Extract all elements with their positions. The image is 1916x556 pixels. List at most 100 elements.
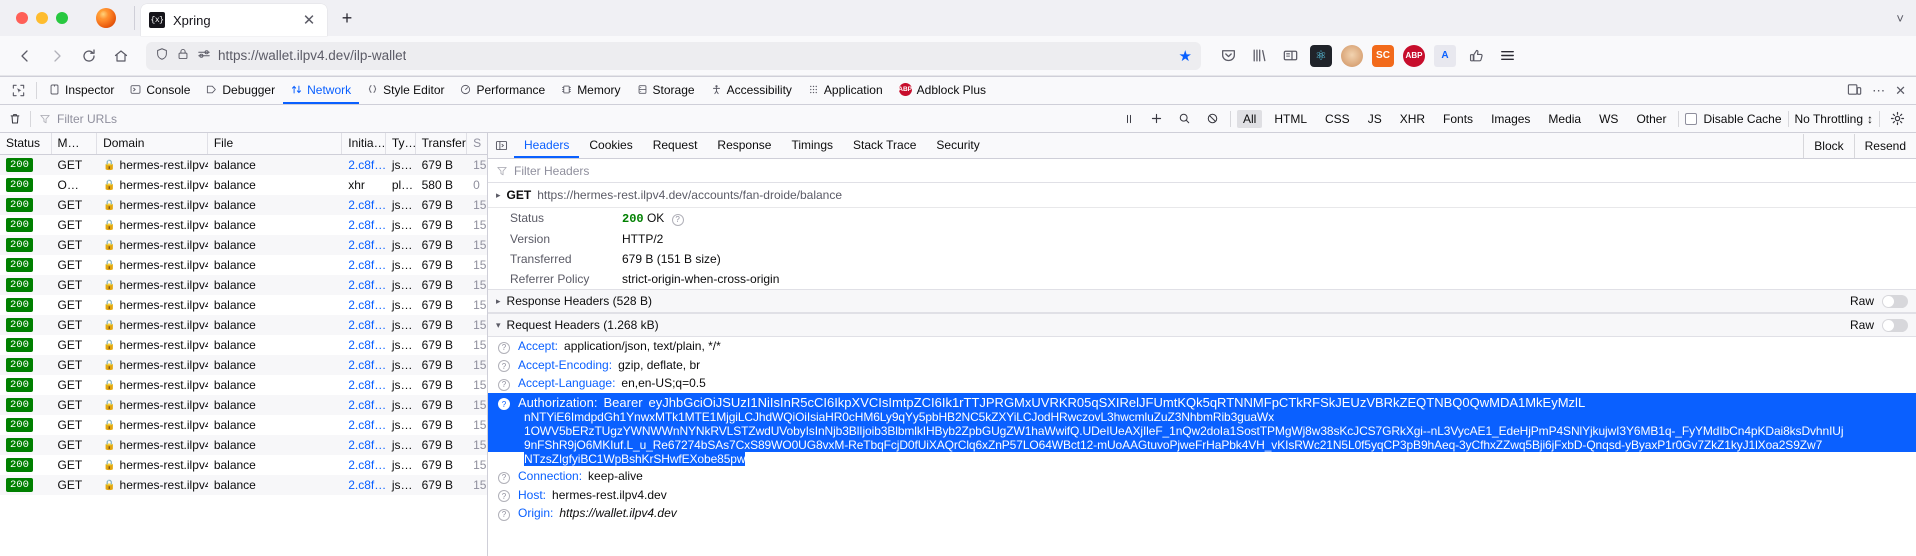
gear-icon[interactable]: [1886, 109, 1908, 129]
column-header-type[interactable]: Ty…: [386, 133, 416, 154]
devtools-tab-inspector[interactable]: Inspector: [41, 77, 122, 104]
table-row[interactable]: 200 GET 🔒hermes-rest.ilpv4.d… balance 2.c8f……: [0, 195, 487, 215]
pocket-icon[interactable]: [1217, 45, 1239, 67]
help-icon[interactable]: ?: [498, 378, 510, 391]
back-button[interactable]: [10, 41, 40, 71]
browser-tab-xpring[interactable]: {x} Xpring ✕: [141, 4, 327, 36]
filter-other[interactable]: Other: [1630, 110, 1672, 128]
pause-icon[interactable]: [1118, 109, 1140, 129]
filter-html[interactable]: HTML: [1268, 110, 1313, 128]
permissions-icon[interactable]: [197, 47, 211, 64]
cell-initiator[interactable]: 2.c8f…: [342, 198, 386, 212]
disable-cache-checkbox[interactable]: Disable Cache: [1685, 112, 1782, 126]
header-row-host[interactable]: ? Host: hermes-rest.ilpv4.dev: [488, 486, 1916, 505]
table-row[interactable]: 200 GET 🔒hermes-rest.ilpv4.d… balance 2.c8f……: [0, 475, 487, 495]
search-icon[interactable]: [1174, 109, 1196, 129]
request-url-row[interactable]: ▸ GET https://hermes-rest.ilpv4.dev/acco…: [488, 183, 1916, 208]
throttling-dropdown[interactable]: No Throttling ↕: [1795, 112, 1873, 126]
screencastify-icon[interactable]: SC: [1372, 44, 1394, 67]
shield-icon[interactable]: [155, 47, 169, 64]
filter-fonts[interactable]: Fonts: [1437, 110, 1479, 128]
filter-media[interactable]: Media: [1542, 110, 1587, 128]
request-headers-section[interactable]: ▾ Request Headers (1.268 kB) Raw: [488, 313, 1916, 337]
close-window-button[interactable]: [16, 12, 28, 24]
table-row[interactable]: 200 GET 🔒hermes-rest.ilpv4.d… balance 2.c8f……: [0, 375, 487, 395]
column-header-file[interactable]: File: [208, 133, 343, 154]
header-row-accept-encoding[interactable]: ? Accept-Encoding: gzip, deflate, br: [488, 356, 1916, 375]
filter-xhr[interactable]: XHR: [1394, 110, 1431, 128]
trash-icon[interactable]: [8, 112, 22, 126]
column-header-domain[interactable]: Domain: [97, 133, 208, 154]
cell-initiator[interactable]: 2.c8f…: [342, 318, 386, 332]
maximize-window-button[interactable]: [56, 12, 68, 24]
url-text[interactable]: https://wallet.ilpv4.dev/ilp-wallet: [218, 48, 406, 63]
list-all-tabs-icon[interactable]: ˅: [1896, 11, 1904, 26]
toggle-switch[interactable]: [1882, 294, 1908, 308]
help-icon[interactable]: ?: [671, 213, 684, 226]
cell-initiator[interactable]: 2.c8f…: [342, 278, 386, 292]
tampermonkey-icon[interactable]: [1341, 44, 1363, 67]
cell-initiator[interactable]: 2.c8f…: [342, 258, 386, 272]
help-icon[interactable]: ?: [498, 508, 510, 521]
table-row[interactable]: 200 GET 🔒hermes-rest.ilpv4.d… balance 2.c8f……: [0, 355, 487, 375]
table-row[interactable]: 200 GET 🔒hermes-rest.ilpv4.d… balance 2.c8f……: [0, 235, 487, 255]
collapse-triangle-icon[interactable]: ▸: [496, 296, 501, 307]
adblock-plus-icon[interactable]: ABP: [1403, 44, 1425, 67]
help-icon[interactable]: ?: [498, 360, 510, 372]
detail-tab-cookies[interactable]: Cookies: [579, 133, 642, 158]
detail-tab-request[interactable]: Request: [643, 133, 708, 158]
sidebar-icon[interactable]: [1279, 45, 1301, 67]
expand-triangle-icon[interactable]: ▾: [496, 320, 501, 331]
cell-initiator[interactable]: 2.c8f…: [342, 238, 386, 252]
devtools-tab-adblock-plus[interactable]: ABP Adblock Plus: [891, 77, 994, 104]
devtools-tab-console[interactable]: Console: [122, 77, 198, 104]
cell-initiator[interactable]: 2.c8f…: [342, 298, 386, 312]
devtools-tab-memory[interactable]: Memory: [553, 77, 628, 104]
new-tab-button[interactable]: +: [337, 8, 357, 28]
column-header-transferred[interactable]: Transfer…: [416, 133, 468, 154]
toggle-switch[interactable]: [1882, 318, 1908, 332]
devtools-more-icon[interactable]: ⋯: [1872, 83, 1885, 99]
column-header-status[interactable]: Status: [0, 133, 52, 154]
cell-initiator[interactable]: 2.c8f…: [342, 378, 386, 392]
devtools-tab-accessibility[interactable]: Accessibility: [703, 77, 800, 104]
minimize-window-button[interactable]: [36, 12, 48, 24]
detail-tab-security[interactable]: Security: [926, 133, 989, 158]
filter-all[interactable]: All: [1236, 109, 1263, 128]
url-bar[interactable]: https://wallet.ilpv4.dev/ilp-wallet ★: [146, 41, 1201, 70]
filter-ws[interactable]: WS: [1593, 110, 1624, 128]
bookmark-star-icon[interactable]: ★: [1179, 47, 1192, 65]
cell-initiator[interactable]: 2.c8f…: [342, 418, 386, 432]
devtools-tab-performance[interactable]: Performance: [452, 77, 553, 104]
devtools-tab-debugger[interactable]: Debugger: [198, 77, 283, 104]
table-row[interactable]: 200 GET 🔒hermes-rest.ilpv4.d… balance 2.c8f……: [0, 275, 487, 295]
app-menu-icon[interactable]: [1496, 45, 1518, 67]
devtools-tab-application[interactable]: Application: [800, 77, 891, 104]
table-row[interactable]: 200 GET 🔒hermes-rest.ilpv4.d… balance 2.c8f……: [0, 395, 487, 415]
block-button[interactable]: Block: [1803, 133, 1853, 158]
table-row[interactable]: 200 GET 🔒hermes-rest.ilpv4.d… balance 2.c8f……: [0, 315, 487, 335]
column-header-method[interactable]: M…: [52, 133, 98, 154]
filter-urls-input[interactable]: Filter URLs: [39, 112, 117, 126]
plus-icon[interactable]: [1146, 109, 1168, 129]
header-row-accept-language[interactable]: ? Accept-Language: en,en-US;q=0.5: [488, 374, 1916, 393]
thumb-icon[interactable]: [1465, 45, 1487, 67]
table-row[interactable]: 200 GET 🔒hermes-rest.ilpv4.d… balance 2.c8f……: [0, 215, 487, 235]
lock-icon[interactable]: [176, 47, 190, 64]
table-row[interactable]: 200 O… 🔒hermes-rest.ilpv4.d… balance xhr pl… 5…: [0, 175, 487, 195]
header-row-accept[interactable]: ? Accept: application/json, text/plain, …: [488, 337, 1916, 356]
devtools-close-icon[interactable]: ✕: [1895, 83, 1906, 99]
detail-tab-stack-trace[interactable]: Stack Trace: [843, 133, 926, 158]
detail-tab-response[interactable]: Response: [707, 133, 781, 158]
devtools-tab-style-editor[interactable]: Style Editor: [359, 77, 452, 104]
table-row[interactable]: 200 GET 🔒hermes-rest.ilpv4.d… balance 2.c8f……: [0, 155, 487, 175]
column-header-size[interactable]: S: [467, 133, 487, 154]
table-row[interactable]: 200 GET 🔒hermes-rest.ilpv4.d… balance 2.c8f……: [0, 415, 487, 435]
header-row-authorization[interactable]: ? Authorization: Bearer eyJhbGciOiJSUzI1…: [488, 392, 1916, 468]
home-button[interactable]: [106, 41, 136, 71]
filter-css[interactable]: CSS: [1319, 110, 1356, 128]
tab-close-icon[interactable]: ✕: [299, 10, 319, 30]
cell-initiator[interactable]: 2.c8f…: [342, 158, 386, 172]
help-icon[interactable]: ?: [498, 398, 510, 410]
cell-initiator[interactable]: 2.c8f…: [342, 358, 386, 372]
